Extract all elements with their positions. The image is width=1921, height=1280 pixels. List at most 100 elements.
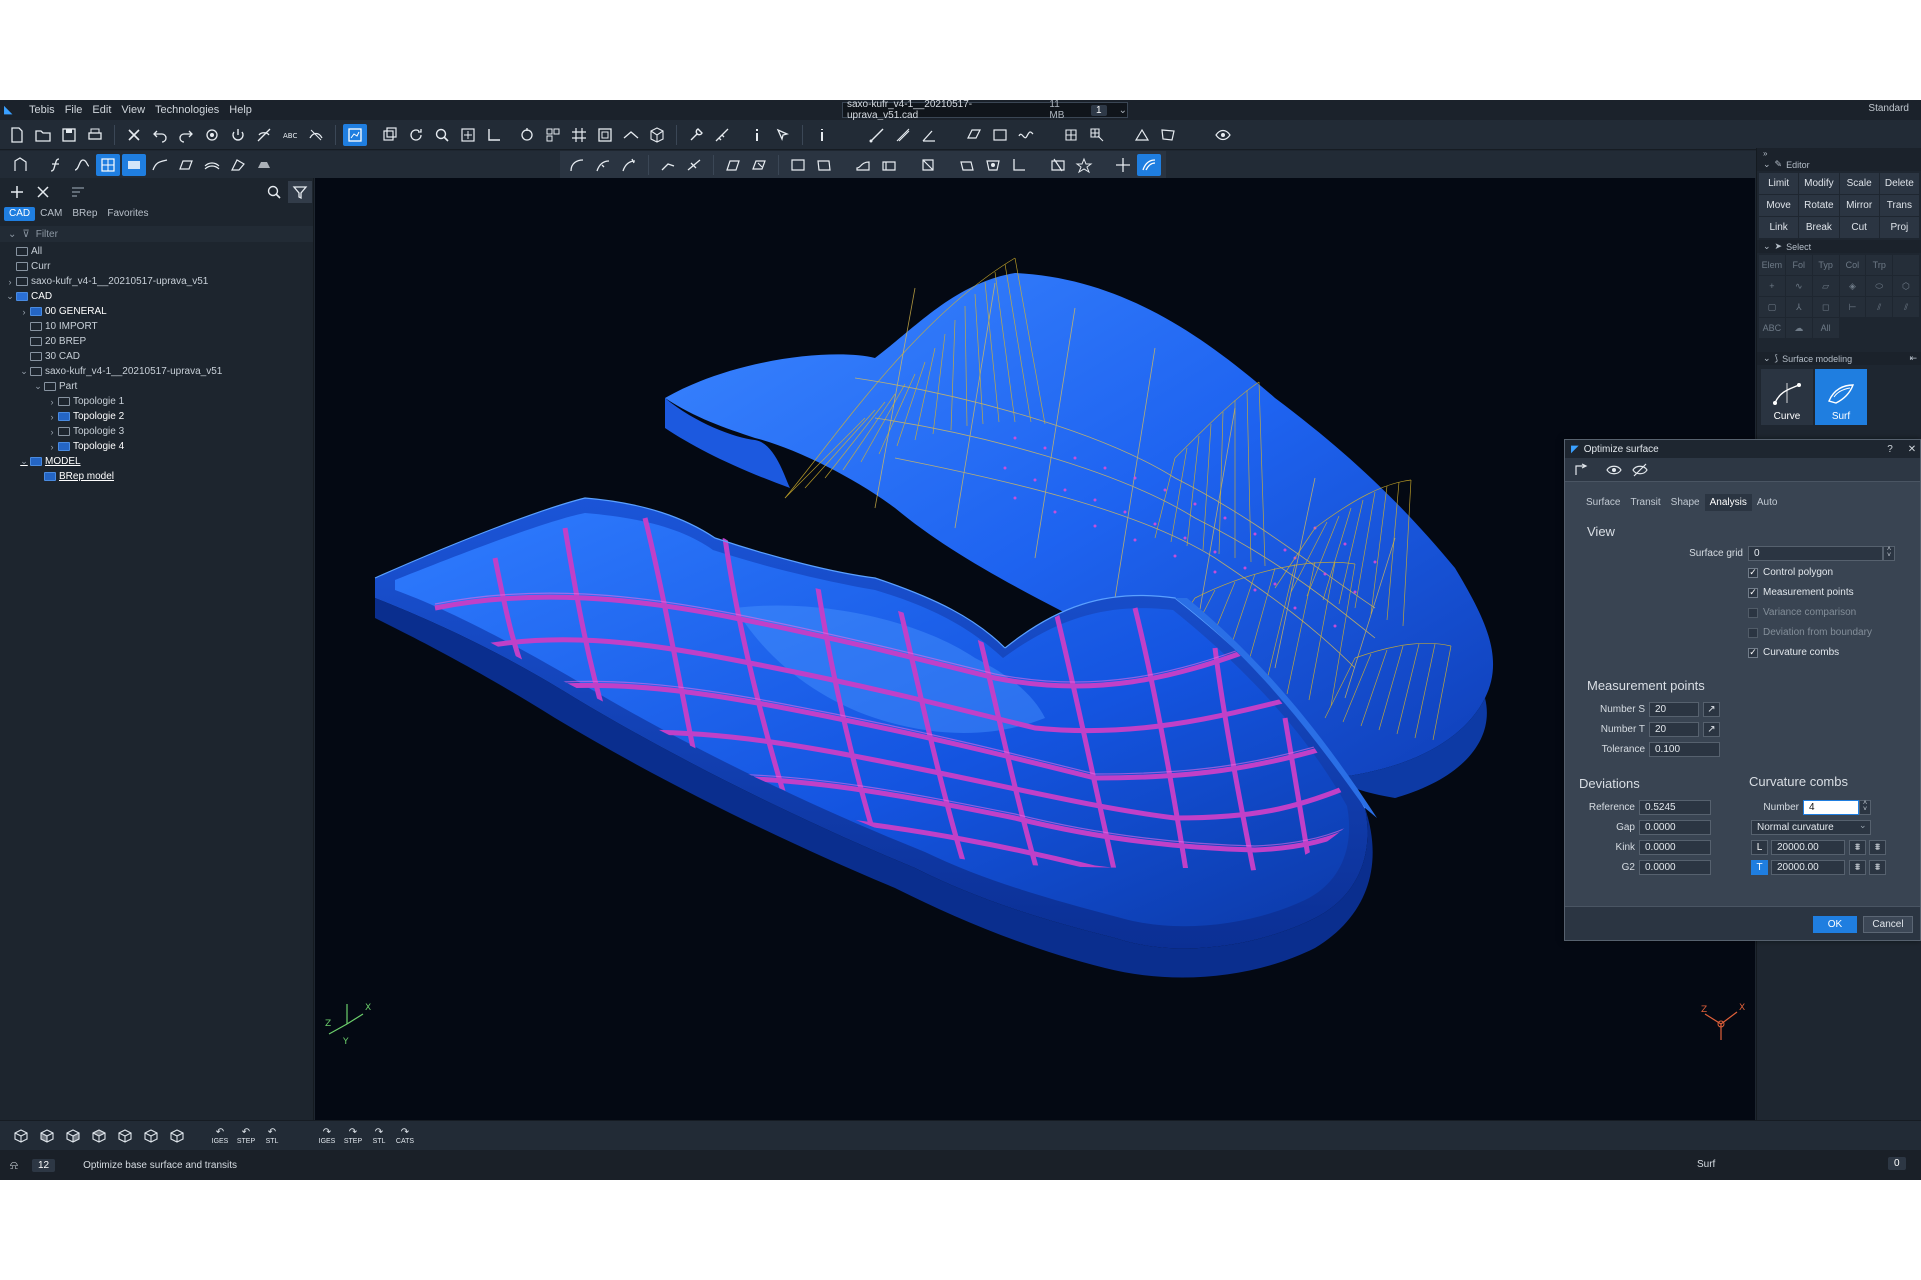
select-point-icon[interactable]: + [1759, 276, 1785, 296]
tree-settings-icon[interactable] [66, 181, 90, 203]
menu-file[interactable]: File [60, 104, 88, 116]
number-t-pick-icon[interactable]: ↗ [1703, 722, 1720, 737]
layers-icon[interactable] [200, 124, 224, 146]
curvature-type-select[interactable]: Normal curvature [1751, 820, 1871, 835]
zoom-box-icon[interactable] [456, 124, 480, 146]
select-cloud-icon[interactable]: ☁ [1785, 318, 1812, 338]
tab-shape[interactable]: Shape [1666, 494, 1705, 511]
kink-input[interactable]: 0.0000 [1639, 840, 1711, 855]
chevron-right-icon[interactable]: › [46, 427, 58, 437]
g2-input[interactable]: 0.0000 [1639, 860, 1711, 875]
remove-object-icon[interactable] [31, 181, 55, 203]
surf-normal-icon[interactable] [1007, 154, 1031, 176]
view-cube-icon[interactable] [645, 124, 669, 146]
editor-break-button[interactable]: Break [1799, 217, 1839, 238]
editor-cut-button[interactable]: Cut [1839, 217, 1879, 238]
tree-item[interactable]: ⌄ MODEL [0, 454, 313, 469]
select-all[interactable]: All [1812, 318, 1839, 338]
reset-icon[interactable] [1569, 460, 1595, 480]
chevron-down-icon[interactable]: ⌄ [4, 291, 16, 302]
point-info-icon[interactable] [810, 124, 834, 146]
reference-input[interactable]: 0.5245 [1639, 800, 1711, 815]
offset-icon[interactable] [200, 154, 224, 176]
select-typ[interactable]: Typ [1812, 255, 1839, 275]
select-col[interactable]: Col [1839, 255, 1866, 275]
shape-icon[interactable] [1156, 124, 1180, 146]
undo-icon[interactable] [148, 124, 172, 146]
tab-brep[interactable]: BRep [67, 207, 102, 221]
curve-connect-icon[interactable] [656, 154, 680, 176]
tab-auto[interactable]: Auto [1752, 494, 1783, 511]
editor-modify-button[interactable]: Modify [1799, 173, 1839, 194]
select-curve-icon[interactable]: ∿ [1785, 276, 1812, 296]
comb-scale-icon[interactable]: ⩩ [1849, 840, 1866, 855]
surf-cut-icon[interactable] [1046, 154, 1070, 176]
abc-filter-icon[interactable]: ABC [278, 124, 302, 146]
check-control-polygon[interactable]: ✓ Control polygon [1748, 567, 1833, 578]
flange-icon[interactable] [226, 154, 250, 176]
select-face-icon[interactable]: ◈ [1839, 276, 1866, 296]
gap-input[interactable]: 0.0000 [1639, 820, 1711, 835]
tolerance-input[interactable]: 0.100 [1649, 742, 1720, 757]
surface-info-icon[interactable] [962, 124, 986, 146]
menu-edit[interactable]: Edit [87, 104, 116, 116]
optimize-surface-icon[interactable] [1137, 153, 1161, 176]
surf-extend-icon[interactable] [916, 154, 940, 176]
tree-item[interactable]: › Topologie 2 [0, 409, 313, 424]
view-left-icon[interactable] [139, 1125, 163, 1147]
info-icon[interactable] [745, 124, 769, 146]
surface-grid-spinner[interactable]: ˄ ˅ [1883, 546, 1895, 561]
editor-link-button[interactable]: Link [1759, 217, 1799, 238]
transform-icon[interactable] [304, 124, 328, 146]
eye-icon[interactable] [1211, 124, 1235, 146]
surface-edit-icon[interactable] [174, 154, 198, 176]
import-step-button[interactable]: ↶ STEP [234, 1125, 258, 1147]
surf-fillet2-icon[interactable] [877, 154, 901, 176]
tree-item[interactable]: 10 IMPORT [0, 319, 313, 334]
surf-fillet-icon[interactable] [851, 154, 875, 176]
surface-modeling-header[interactable]: ⌄ ⟆ Surface modeling ⇤ [1757, 352, 1921, 365]
patch-icon[interactable] [988, 124, 1012, 146]
select-hatch-icon[interactable]: ⫽ [1866, 297, 1893, 317]
select-trp[interactable]: Trp [1866, 255, 1893, 275]
t-value-input[interactable]: 20000.00 [1771, 860, 1845, 875]
tree-item[interactable]: › 00 GENERAL [0, 304, 313, 319]
check-curvature-combs[interactable]: ✓ Curvature combs [1748, 647, 1839, 658]
grid-icon[interactable] [567, 124, 591, 146]
search-icon[interactable] [262, 181, 286, 203]
tree-item[interactable]: ⌄ Part [0, 379, 313, 394]
curve-trim-icon[interactable] [617, 154, 641, 176]
comb-number-spinner[interactable]: ˄ ˅ [1859, 800, 1871, 815]
editor-trans-button[interactable]: Trans [1879, 195, 1919, 216]
chevron-down-icon[interactable]: ⌄ [1119, 105, 1127, 116]
face-select-icon[interactable] [122, 153, 146, 176]
mesh-icon[interactable] [1059, 124, 1083, 146]
workspace-selector[interactable]: Standard [1868, 103, 1909, 114]
window-arrange-icon[interactable] [378, 124, 402, 146]
save-icon[interactable] [57, 124, 81, 146]
hide-eye-icon[interactable] [1627, 460, 1653, 480]
tree-item[interactable]: › Topologie 1 [0, 394, 313, 409]
tree-item[interactable]: BRep model [0, 469, 313, 484]
bell-icon[interactable]: ⍾ [10, 1158, 18, 1173]
power-icon[interactable] [226, 124, 250, 146]
tab-surface[interactable]: Surface [1581, 494, 1625, 511]
comb-scale-t-alt-icon[interactable]: ⩩ [1869, 860, 1886, 875]
select-section-header[interactable]: ⌄ ➤ Select [1757, 240, 1921, 253]
notification-count[interactable]: 12 [31, 1158, 56, 1172]
t-toggle-button[interactable]: T [1751, 860, 1768, 875]
number-s-pick-icon[interactable]: ↗ [1703, 702, 1720, 717]
frame-icon[interactable] [593, 124, 617, 146]
grid-view-icon[interactable] [541, 124, 565, 146]
editor-scale-button[interactable]: Scale [1839, 173, 1879, 194]
editor-move-button[interactable]: Move [1759, 195, 1799, 216]
pin-icon[interactable]: ⇤ [1909, 353, 1917, 364]
l-value-input[interactable]: 20000.00 [1771, 840, 1845, 855]
cancel-button[interactable]: Cancel [1863, 916, 1913, 933]
menu-tebis[interactable]: Tebis [24, 104, 60, 116]
delete-icon[interactable] [122, 124, 146, 146]
curve-tool-icon[interactable] [565, 154, 589, 176]
function-icon[interactable] [44, 154, 68, 176]
chevron-down-icon[interactable]: ⌄ [18, 456, 30, 467]
surf-move-icon[interactable] [1111, 154, 1135, 176]
